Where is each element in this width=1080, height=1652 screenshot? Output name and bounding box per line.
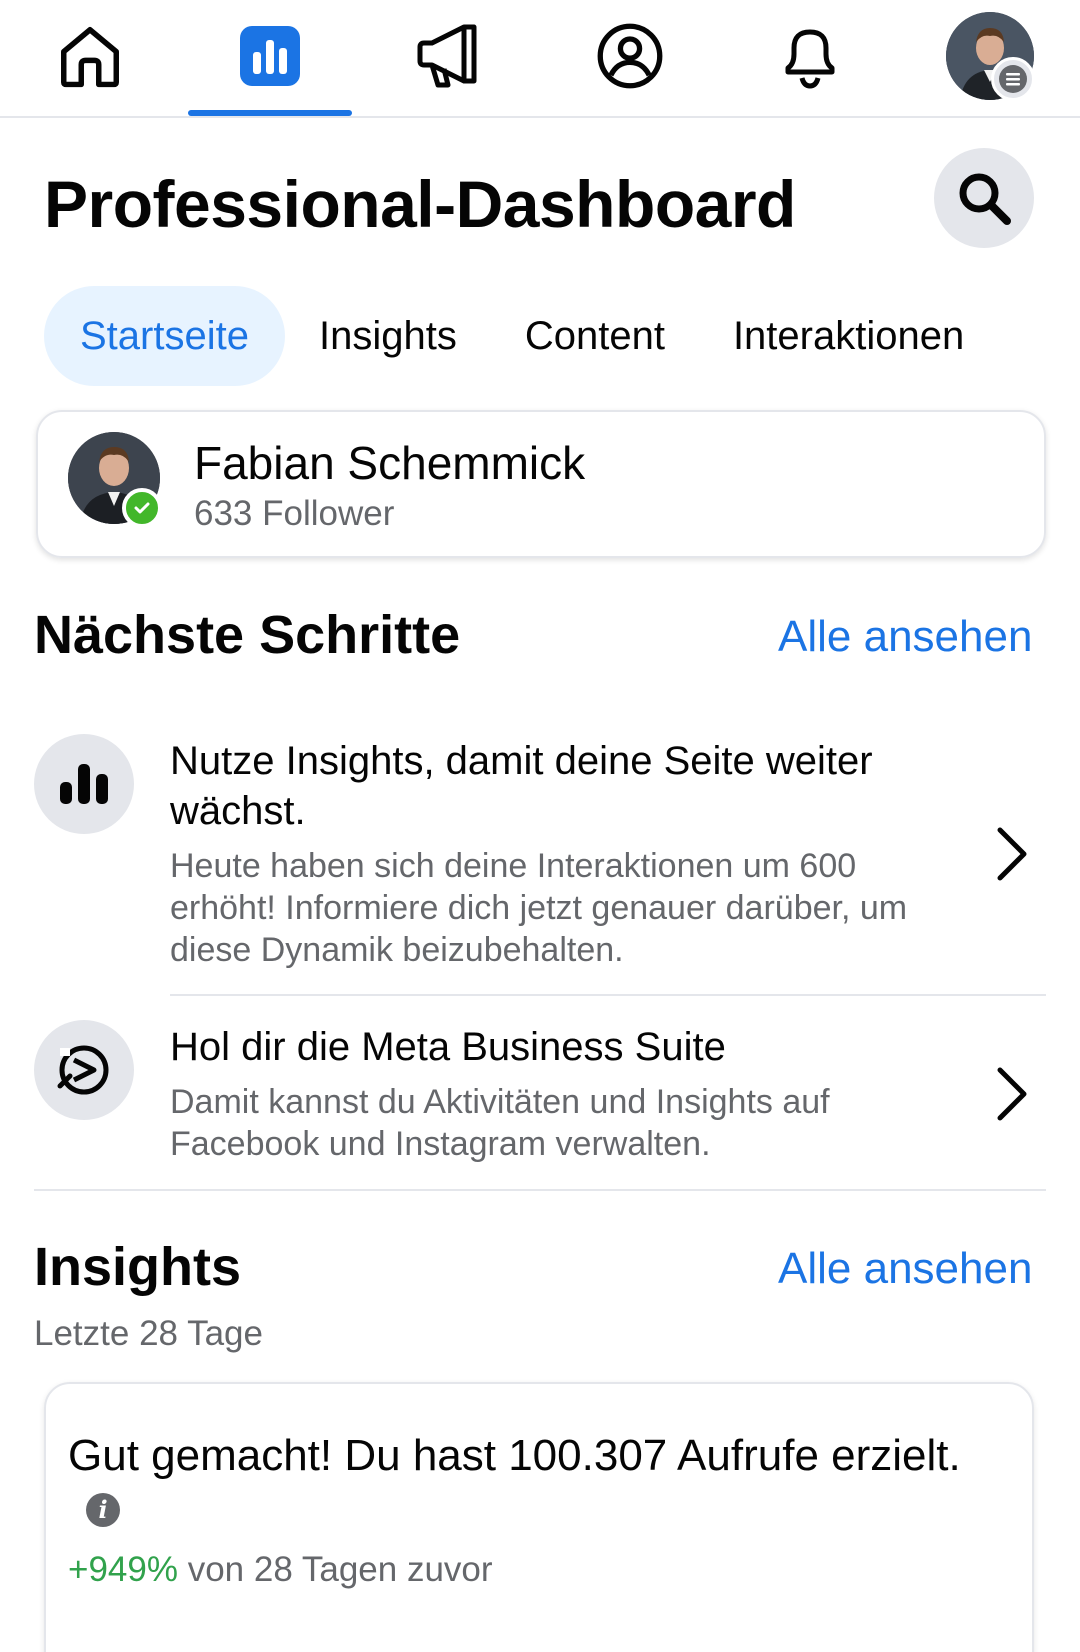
insights-headline: Gut gemacht! Du hast 100.307 Aufrufe erz… [68,1431,961,1480]
next-steps-see-all-link[interactable]: Alle ansehen [778,612,1032,662]
page-title: Professional-Dashboard [44,167,796,241]
insights-delta-text: von 28 Tagen zuvor [187,1550,493,1589]
tab-bar: Startseite Insights Content Interaktione… [44,286,998,386]
search-button[interactable] [934,148,1034,248]
step-title: Nutze Insights, damit deine Seite weiter… [170,739,873,833]
tab-insights[interactable]: Insights [285,286,491,386]
nav-dashboard[interactable] [210,14,330,98]
nav-home[interactable] [30,14,150,98]
nav-active-indicator [188,110,352,116]
profile-circle-icon [597,23,663,89]
next-steps-title: Nächste Schritte [34,605,461,665]
verified-check-icon [122,488,162,528]
nav-ads[interactable] [390,14,510,98]
step-description: Heute haben sich deine Interaktionen um … [170,847,908,969]
profile-card[interactable]: Fabian Schemmick 633 Follower [36,410,1046,558]
insights-see-all-link[interactable]: Alle ansehen [778,1244,1032,1294]
info-icon[interactable]: i [86,1493,120,1528]
chevron-right-icon [997,827,1027,881]
dashboard-icon [240,26,300,86]
bar-chart-icon [34,734,134,834]
divider [170,994,1046,996]
menu-icon[interactable] [991,57,1035,101]
section-divider [34,1189,1046,1191]
step-title: Hol dir die Meta Business Suite [170,1025,726,1069]
tab-content[interactable]: Content [491,286,699,386]
tab-startseite[interactable]: Startseite [44,286,285,386]
insights-title: Insights [34,1237,242,1297]
megaphone-icon [417,24,477,88]
nav-notifications[interactable] [750,14,870,98]
insights-headline-container: Gut gemacht! Du hast 100.307 Aufrufe erz… [68,1428,968,1540]
search-icon [959,173,1011,225]
top-navigation [0,0,1080,118]
step-description: Damit kannst du Aktivitäten und Insights… [170,1083,830,1163]
tab-interaktionen[interactable]: Interaktionen [699,286,998,386]
home-icon [61,27,119,88]
nav-profile[interactable] [570,14,690,98]
meta-business-suite-icon [34,1020,134,1120]
insights-period: Letzte 28 Tage [34,1314,263,1353]
chevron-right-icon [997,1067,1027,1121]
profile-name: Fabian Schemmick [194,437,586,489]
bell-icon [785,29,835,89]
insights-card[interactable]: Gut gemacht! Du hast 100.307 Aufrufe erz… [44,1382,1034,1652]
insights-delta-value: +949% [68,1550,178,1589]
insights-delta: +949% von 28 Tagen zuvor [68,1550,493,1590]
profile-followers: 633 Follower [194,494,395,533]
